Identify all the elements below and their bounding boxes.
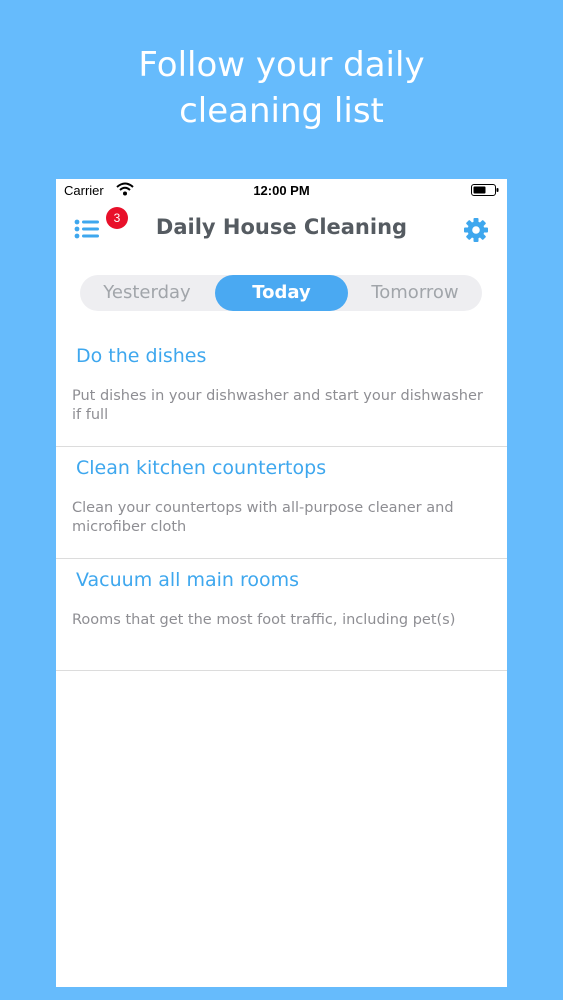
task-description: Put dishes in your dishwasher and start … [72, 388, 483, 423]
task-item[interactable]: Clean kitchen countertops Clean your cou… [56, 447, 507, 559]
day-segmented-control: Yesterday Today Tomorrow [80, 275, 482, 311]
settings-button[interactable] [463, 217, 489, 243]
headline-line-2: cleaning list [179, 91, 384, 131]
navigation-bar: 3 Daily House Cleaning [56, 201, 507, 257]
task-list: Do the dishes Put dishes in your dishwas… [56, 335, 507, 671]
task-item[interactable]: Do the dishes Put dishes in your dishwas… [56, 335, 507, 447]
status-bar: Carrier 12:00 PM [56, 179, 507, 201]
task-title: Clean kitchen countertops [76, 457, 327, 479]
gear-icon [463, 218, 489, 247]
segment-tomorrow[interactable]: Tomorrow [348, 275, 482, 311]
segment-today[interactable]: Today [215, 275, 348, 311]
task-description: Clean your countertops with all-purpose … [72, 500, 454, 535]
headline-line-1: Follow your daily [138, 45, 425, 85]
task-description: Rooms that get the most foot traffic, in… [72, 612, 456, 628]
task-title: Do the dishes [76, 345, 207, 367]
task-title: Vacuum all main rooms [76, 569, 300, 591]
page-title: Daily House Cleaning [155, 215, 408, 239]
task-item[interactable]: Vacuum all main rooms Rooms that get the… [56, 559, 507, 671]
promo-headline: Follow your daily cleaning list [0, 42, 563, 134]
status-time: 12:00 PM [253, 183, 310, 198]
battery-icon [471, 184, 499, 199]
segment-yesterday[interactable]: Yesterday [80, 275, 214, 311]
app-screen: Carrier 12:00 PM 3 Daily House Cleaning … [56, 179, 507, 987]
